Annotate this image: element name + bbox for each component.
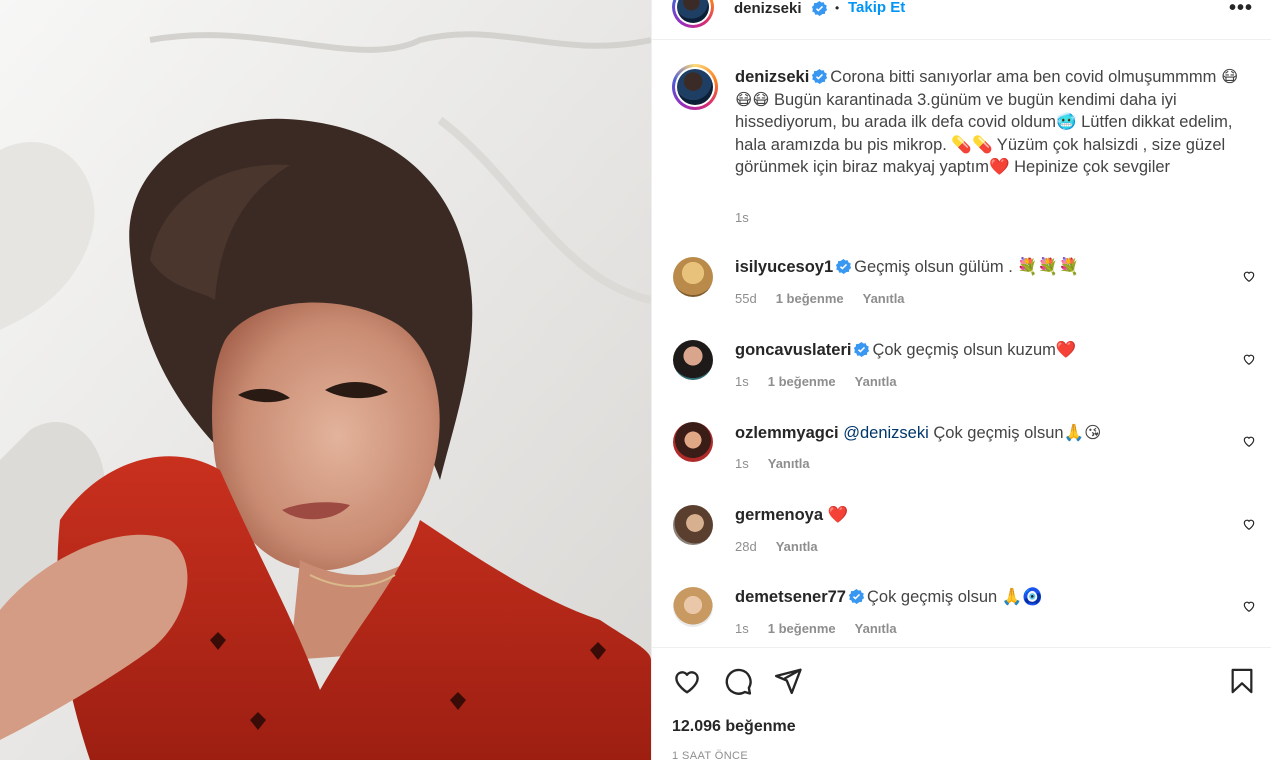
- comment-likes[interactable]: 1 beğenme: [768, 374, 836, 389]
- reply-button[interactable]: Yanıtla: [855, 374, 897, 389]
- heart-icon[interactable]: [672, 666, 702, 696]
- more-options-button[interactable]: •••: [1229, 0, 1253, 20]
- caption-username[interactable]: denizseki: [735, 68, 809, 86]
- likes-count[interactable]: 12.096 beğenme: [672, 718, 796, 736]
- post-actions: 12.096 beğenme 1 SAAT ÖNCE: [652, 647, 1271, 760]
- comment-meta: 1s 1 beğenme Yanıtla: [735, 374, 916, 389]
- comment-username[interactable]: germenoya: [735, 506, 823, 524]
- comment-icon[interactable]: [723, 666, 753, 696]
- comment-meta: 55d 1 beğenme Yanıtla: [735, 291, 924, 306]
- comment-username[interactable]: ozlemmyagci: [735, 424, 839, 442]
- bookmark-icon[interactable]: [1228, 666, 1256, 696]
- caption-avatar[interactable]: [672, 64, 718, 110]
- follow-button[interactable]: Takip Et: [848, 0, 905, 16]
- reply-button[interactable]: Yanıtla: [776, 539, 818, 554]
- verified-icon: [848, 589, 864, 604]
- caption-time: 1s: [735, 210, 749, 225]
- like-comment-icon[interactable]: [1242, 517, 1256, 531]
- like-comment-icon[interactable]: [1242, 599, 1256, 613]
- comment-username[interactable]: demetsener77: [735, 588, 846, 606]
- comment-text: ❤️: [827, 506, 849, 524]
- comment-line: goncavuslateri Çok geçmiş olsun kuzum❤️: [735, 341, 1225, 360]
- comment-meta: 28d Yanıtla: [735, 539, 837, 554]
- verified-icon: [836, 259, 852, 274]
- comment-text: Çok geçmiş olsun kuzum❤️: [872, 341, 1077, 359]
- comment-mention[interactable]: @denizseki: [843, 424, 929, 442]
- header-avatar[interactable]: [672, 0, 714, 28]
- comment-meta: 1s Yanıtla: [735, 456, 829, 471]
- comment-line: germenoya ❤️: [735, 506, 1225, 525]
- post-timestamp: 1 SAAT ÖNCE: [672, 750, 749, 760]
- share-icon[interactable]: [773, 666, 803, 696]
- comment-item: germenoya ❤️ 28d Yanıtla: [672, 488, 1262, 570]
- verified-icon: [812, 69, 828, 84]
- comment-likes[interactable]: 1 beğenme: [768, 621, 836, 636]
- comment-item: isilyucesoy1 Geçmiş olsun gülüm . 💐💐💐 55d…: [672, 240, 1262, 322]
- comment-username[interactable]: isilyucesoy1: [735, 258, 833, 276]
- post-header: denizseki • Takip Et •••: [652, 0, 1271, 40]
- comment-text: Geçmiş olsun gülüm . 💐💐💐: [854, 258, 1080, 276]
- comment-item: demetsener77 Çok geçmiş olsun 🙏🧿 1s 1 beğe…: [672, 570, 1262, 652]
- comment-line: ozlemmyagci @denizseki Çok geçmiş olsun🙏…: [735, 423, 1225, 443]
- comment-time: 1s: [735, 621, 749, 636]
- comment-username[interactable]: goncavuslateri: [735, 341, 851, 359]
- caption-text: Corona bitti sanıyorlar ama ben covid ol…: [735, 68, 1239, 176]
- post-photo[interactable]: [0, 0, 651, 760]
- verified-icon: [811, 1, 828, 21]
- comment-time: 28d: [735, 539, 757, 554]
- reply-button[interactable]: Yanıtla: [768, 456, 810, 471]
- comment-item: goncavuslateri Çok geçmiş olsun kuzum❤️ 1…: [672, 323, 1262, 405]
- comment-item: ozlemmyagci @denizseki Çok geçmiş olsun🙏…: [672, 405, 1262, 487]
- reply-button[interactable]: Yanıtla: [863, 291, 905, 306]
- comment-time: 1s: [735, 456, 749, 471]
- comment-avatar[interactable]: [673, 505, 713, 545]
- comment-text: Çok geçmiş olsun 🙏🧿: [866, 588, 1043, 606]
- comment-avatar[interactable]: [673, 422, 713, 462]
- comment-time: 55d: [735, 291, 757, 306]
- comment-meta: 1s 1 beğenme Yanıtla: [735, 621, 916, 636]
- caption-text-block: denizseki Corona bitti sanıyorlar ama ben…: [735, 66, 1247, 179]
- header-separator: •: [835, 1, 840, 15]
- header-username[interactable]: denizseki: [734, 0, 802, 17]
- comment-avatar[interactable]: [673, 340, 713, 380]
- comment-likes[interactable]: 1 beğenme: [776, 291, 844, 306]
- comment-time: 1s: [735, 374, 749, 389]
- comment-avatar[interactable]: [673, 587, 713, 627]
- photo-illustration: [0, 0, 651, 760]
- like-comment-icon[interactable]: [1242, 269, 1256, 283]
- like-comment-icon[interactable]: [1242, 434, 1256, 448]
- verified-icon: [854, 342, 870, 357]
- comment-line: demetsener77 Çok geçmiş olsun 🙏🧿: [735, 588, 1225, 607]
- comment-avatar[interactable]: [673, 257, 713, 297]
- comment-line: isilyucesoy1 Geçmiş olsun gülüm . 💐💐💐: [735, 258, 1225, 277]
- post-detail-panel: denizseki • Takip Et ••• denizseki Corona…: [651, 0, 1271, 760]
- reply-button[interactable]: Yanıtla: [855, 621, 897, 636]
- comment-text: Çok geçmiş olsun🙏😘: [933, 424, 1102, 442]
- like-comment-icon[interactable]: [1242, 352, 1256, 366]
